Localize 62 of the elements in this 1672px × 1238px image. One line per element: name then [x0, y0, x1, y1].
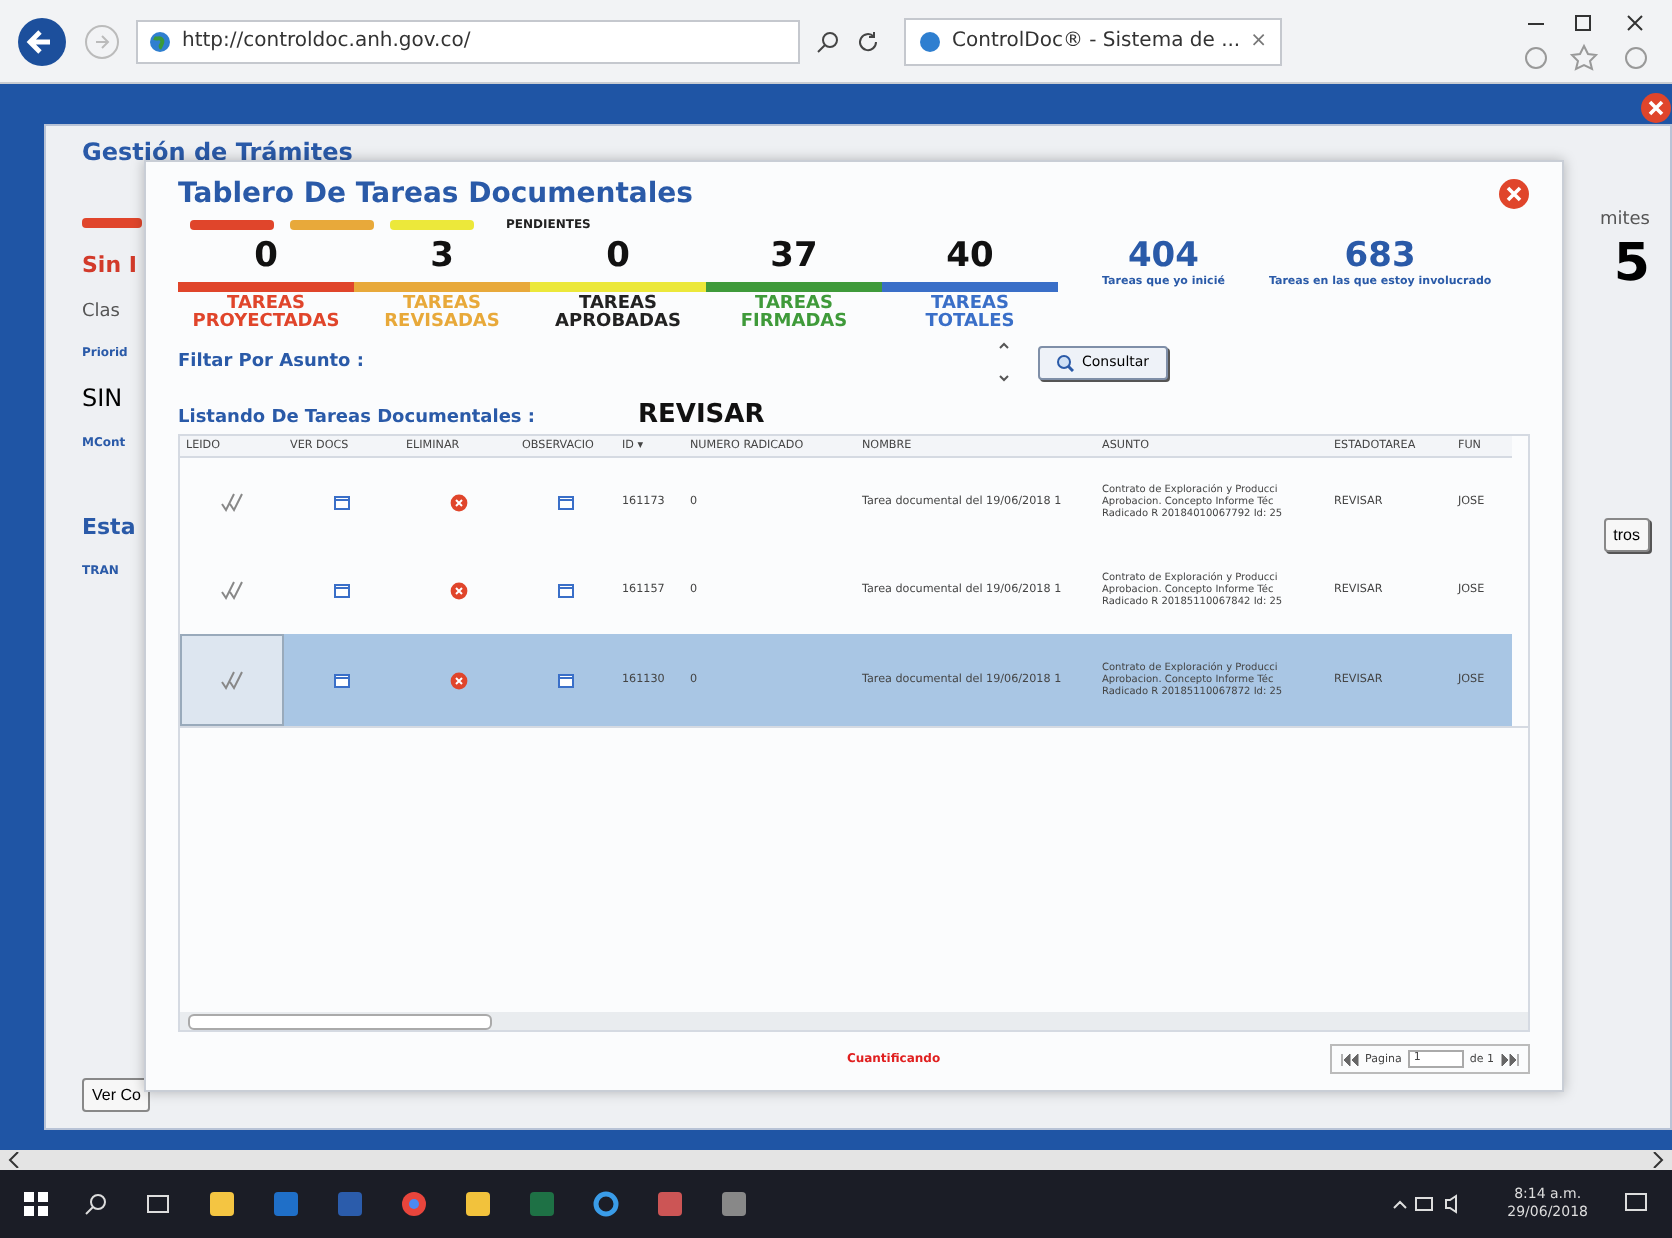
- stat-number: 37: [770, 236, 818, 276]
- address-text: http://controldoc.anh.gov.co/: [182, 30, 471, 52]
- task-view-icon[interactable]: [144, 1192, 172, 1216]
- calendar-icon[interactable]: [334, 673, 350, 687]
- refresh-icon[interactable]: [856, 29, 880, 53]
- summary-number: 404: [1127, 236, 1199, 276]
- page-label: Sin I: [82, 252, 139, 278]
- windows-start-icon[interactable]: [24, 1192, 48, 1216]
- dashboard-title: Tablero De Tareas Documentales: [178, 178, 693, 210]
- page-label: Clas: [82, 302, 122, 322]
- search-icon[interactable]: [84, 1192, 108, 1216]
- double-check-icon: [220, 580, 244, 600]
- close-icon[interactable]: [1640, 92, 1672, 124]
- search-icon[interactable]: [816, 29, 840, 53]
- delete-icon[interactable]: [449, 671, 467, 689]
- stat-number: 40: [946, 236, 994, 276]
- delete-icon[interactable]: [449, 493, 467, 511]
- count-number: 5: [1613, 234, 1650, 294]
- read-cell[interactable]: [180, 634, 284, 726]
- tab-close[interactable]: ×: [1250, 30, 1267, 52]
- stat-label: TAREAS TOTALES: [923, 296, 1017, 332]
- double-check-icon: [220, 492, 244, 512]
- page-title: Gestión de Trámites: [82, 138, 355, 166]
- stat-label: TAREAS REVISADAS: [382, 296, 502, 332]
- filter-button[interactable]: tros: [1603, 518, 1650, 552]
- stat-number: 3: [430, 236, 454, 276]
- page-label: Esta: [82, 514, 138, 540]
- page-label: SIN: [82, 384, 125, 412]
- view-button[interactable]: Ver Co: [82, 1078, 151, 1112]
- stat-label: TAREAS FIRMADAS: [738, 296, 850, 332]
- search-icon: [1056, 353, 1074, 371]
- stat-label: TAREAS APROBADAS: [553, 296, 683, 332]
- stat-label: TAREAS PROYECTADAS: [190, 296, 342, 332]
- calendar-icon[interactable]: [558, 673, 574, 687]
- summary-number: 683: [1344, 236, 1416, 276]
- address-field[interactable]: http://controldoc.anh.gov.co/: [136, 19, 800, 63]
- page-label: mites: [1599, 210, 1650, 230]
- horizontal-scrollbar[interactable]: [180, 1012, 1528, 1030]
- tab-title: ControlDoc® - Sistema de ...: [952, 30, 1241, 52]
- filter-label: Filtar Por Asunto :: [178, 352, 366, 372]
- stat-number: 0: [606, 236, 630, 276]
- spinner-arrows-icon[interactable]: [998, 340, 1010, 384]
- list-state: REVISAR: [638, 400, 765, 430]
- browser-tab[interactable]: ControlDoc® - Sistema de ... ×: [904, 17, 1281, 65]
- close-icon[interactable]: [1498, 178, 1530, 210]
- calendar-icon[interactable]: [334, 495, 350, 509]
- stat-number: 0: [254, 236, 278, 276]
- first-page-icon[interactable]: [1339, 1053, 1360, 1065]
- calendar-icon[interactable]: [558, 583, 574, 597]
- scroll-left-icon[interactable]: [8, 1152, 20, 1168]
- back-icon[interactable]: [16, 15, 68, 67]
- notifications-icon[interactable]: [1624, 1192, 1648, 1216]
- list-label: Listando De Tareas Documentales :: [178, 408, 538, 428]
- delete-icon[interactable]: [449, 581, 467, 599]
- scroll-right-icon[interactable]: [1652, 1152, 1664, 1168]
- browser-app-icon[interactable]: [400, 1190, 428, 1218]
- page-scrollbar[interactable]: [0, 1150, 1672, 1170]
- last-page-icon[interactable]: [1500, 1053, 1520, 1065]
- calendar-icon[interactable]: [334, 583, 350, 597]
- calendar-icon[interactable]: [558, 495, 574, 509]
- double-check-icon: [220, 670, 244, 690]
- status-bar-mark: [82, 218, 142, 228]
